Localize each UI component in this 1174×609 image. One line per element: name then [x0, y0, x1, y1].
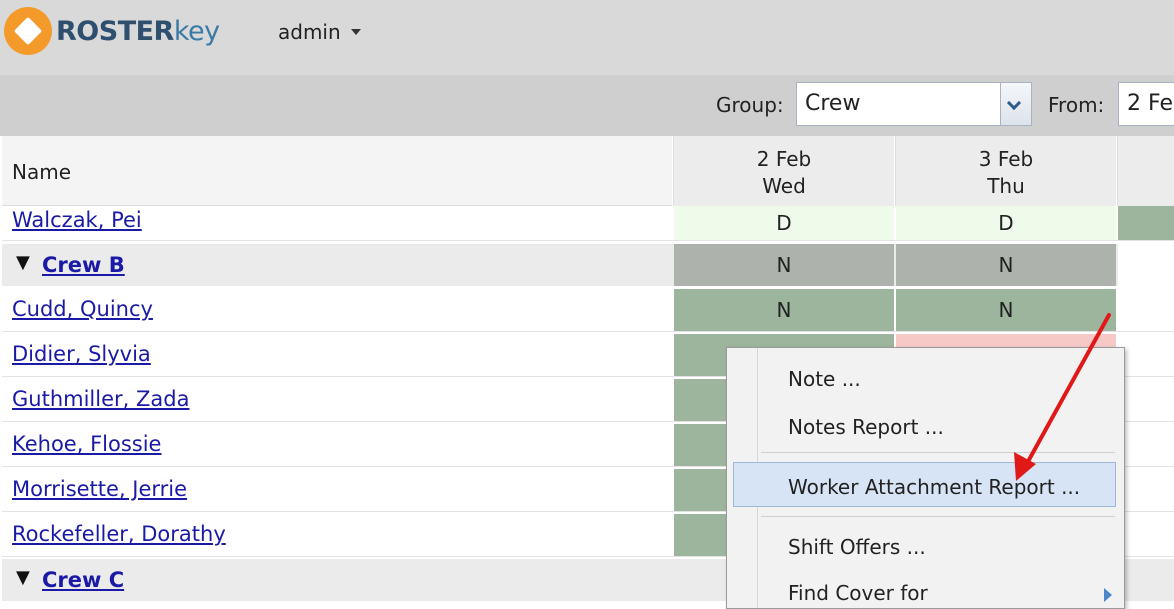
logo-text: ROSTERkey: [56, 15, 220, 47]
worker-name-link[interactable]: Guthmiller, Zada: [12, 387, 189, 411]
menu-item-note[interactable]: Note ...: [788, 367, 861, 391]
table-row: Walczak, Pei D D: [0, 206, 1174, 240]
group-name-link[interactable]: Crew C: [42, 568, 124, 592]
menu-separator: [761, 452, 1115, 453]
menu-item-find-cover[interactable]: Find Cover for: [788, 581, 928, 605]
worker-name-link[interactable]: Walczak, Pei: [12, 208, 142, 232]
row-divider: [2, 240, 1174, 241]
menu-separator: [761, 516, 1115, 517]
group-select[interactable]: Crew: [796, 82, 1032, 126]
rosterkey-logo[interactable]: ROSTERkey: [4, 6, 220, 56]
day-header[interactable]: [1117, 136, 1174, 206]
shift-cell[interactable]: [1118, 206, 1174, 240]
chevron-down-icon: [350, 29, 361, 35]
menu-item-worker-attachment-report[interactable]: Worker Attachment Report ...: [788, 475, 1080, 499]
collapse-triangle-icon[interactable]: ▼: [16, 567, 30, 588]
group-name-link[interactable]: Crew B: [42, 253, 125, 277]
user-menu[interactable]: admin: [278, 20, 361, 44]
shift-cell[interactable]: N: [674, 244, 894, 286]
name-column-header[interactable]: Name: [2, 136, 672, 206]
day-header[interactable]: 2 Feb Wed: [673, 136, 894, 206]
top-bar: ROSTERkey admin: [0, 0, 1174, 75]
shift-cell[interactable]: N: [896, 289, 1116, 331]
worker-name-link[interactable]: Didier, Slyvia: [12, 342, 151, 366]
from-label: From:: [1048, 93, 1105, 117]
submenu-arrow-icon: [1104, 588, 1112, 602]
user-menu-label: admin: [278, 20, 341, 44]
from-date-value: 2 Feb: [1127, 91, 1174, 116]
worker-name-link[interactable]: Cudd, Quincy: [12, 297, 153, 321]
menu-item-notes-report[interactable]: Notes Report ...: [788, 415, 944, 439]
shift-cell[interactable]: N: [674, 289, 894, 331]
group-select-value: Crew: [805, 91, 861, 116]
menu-item-shift-offers[interactable]: Shift Offers ...: [788, 535, 926, 559]
dropdown-chevron-icon[interactable]: [1000, 83, 1031, 125]
shift-cell[interactable]: D: [896, 206, 1116, 240]
context-menu: Note ... Notes Report ... Worker Attachm…: [726, 347, 1125, 609]
worker-name-link[interactable]: Morrisette, Jerrie: [12, 477, 187, 501]
shift-cell[interactable]: D: [674, 206, 894, 240]
worker-name-link[interactable]: Rockefeller, Dorathy: [12, 522, 226, 546]
collapse-triangle-icon[interactable]: ▼: [16, 252, 30, 273]
from-date-field[interactable]: 2 Feb: [1118, 82, 1174, 126]
filter-toolbar: Group: Crew From: 2 Feb: [0, 75, 1174, 136]
worker-name-link[interactable]: Kehoe, Flossie: [12, 432, 161, 456]
table-row: Cudd, Quincy N N: [0, 289, 1174, 331]
shift-cell[interactable]: N: [896, 244, 1116, 286]
shift-cell[interactable]: [1118, 244, 1174, 286]
day-header[interactable]: 3 Feb Thu: [895, 136, 1116, 206]
logo-mark-icon: [4, 7, 52, 55]
group-label: Group:: [716, 93, 784, 117]
row-divider: [2, 331, 1174, 332]
